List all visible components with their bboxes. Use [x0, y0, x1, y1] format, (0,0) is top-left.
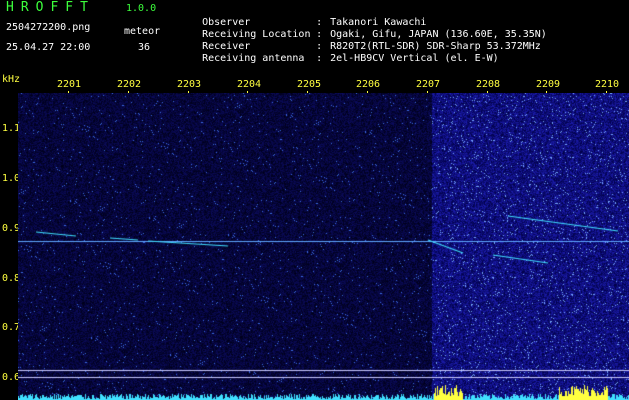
date-time: 25.04.27 22:00	[6, 42, 91, 53]
x-tick-label: 2206	[356, 79, 381, 90]
x-tick-label: 2205	[297, 79, 322, 90]
frequency-unit-label: kHz	[2, 74, 21, 85]
info-row-antenna: Receiving antenna:2el-HB9CV Vertical (el…	[178, 41, 499, 77]
count-value: 36	[138, 42, 151, 53]
x-tick-label: 2201	[57, 79, 82, 90]
x-tick-label: 2210	[595, 79, 620, 90]
info-label: Receiving antenna	[202, 53, 305, 64]
file-name: 2504272200.png	[6, 22, 91, 33]
x-tick-label: 2208	[476, 79, 501, 90]
x-tick-label: 2202	[117, 79, 142, 90]
info-separator: :	[316, 53, 323, 64]
app-title: HROFFT	[6, 0, 95, 15]
x-tick-label: 2204	[237, 79, 262, 90]
spectrogram-canvas	[18, 93, 629, 400]
app-version: 1.0.0	[126, 3, 157, 14]
x-tick-label: 2203	[177, 79, 202, 90]
info-value: 2el-HB9CV Vertical (el. E-W)	[330, 53, 499, 64]
x-tick-label: 2209	[536, 79, 561, 90]
mode-label: meteor	[124, 26, 161, 37]
x-tick-label: 2207	[416, 79, 441, 90]
